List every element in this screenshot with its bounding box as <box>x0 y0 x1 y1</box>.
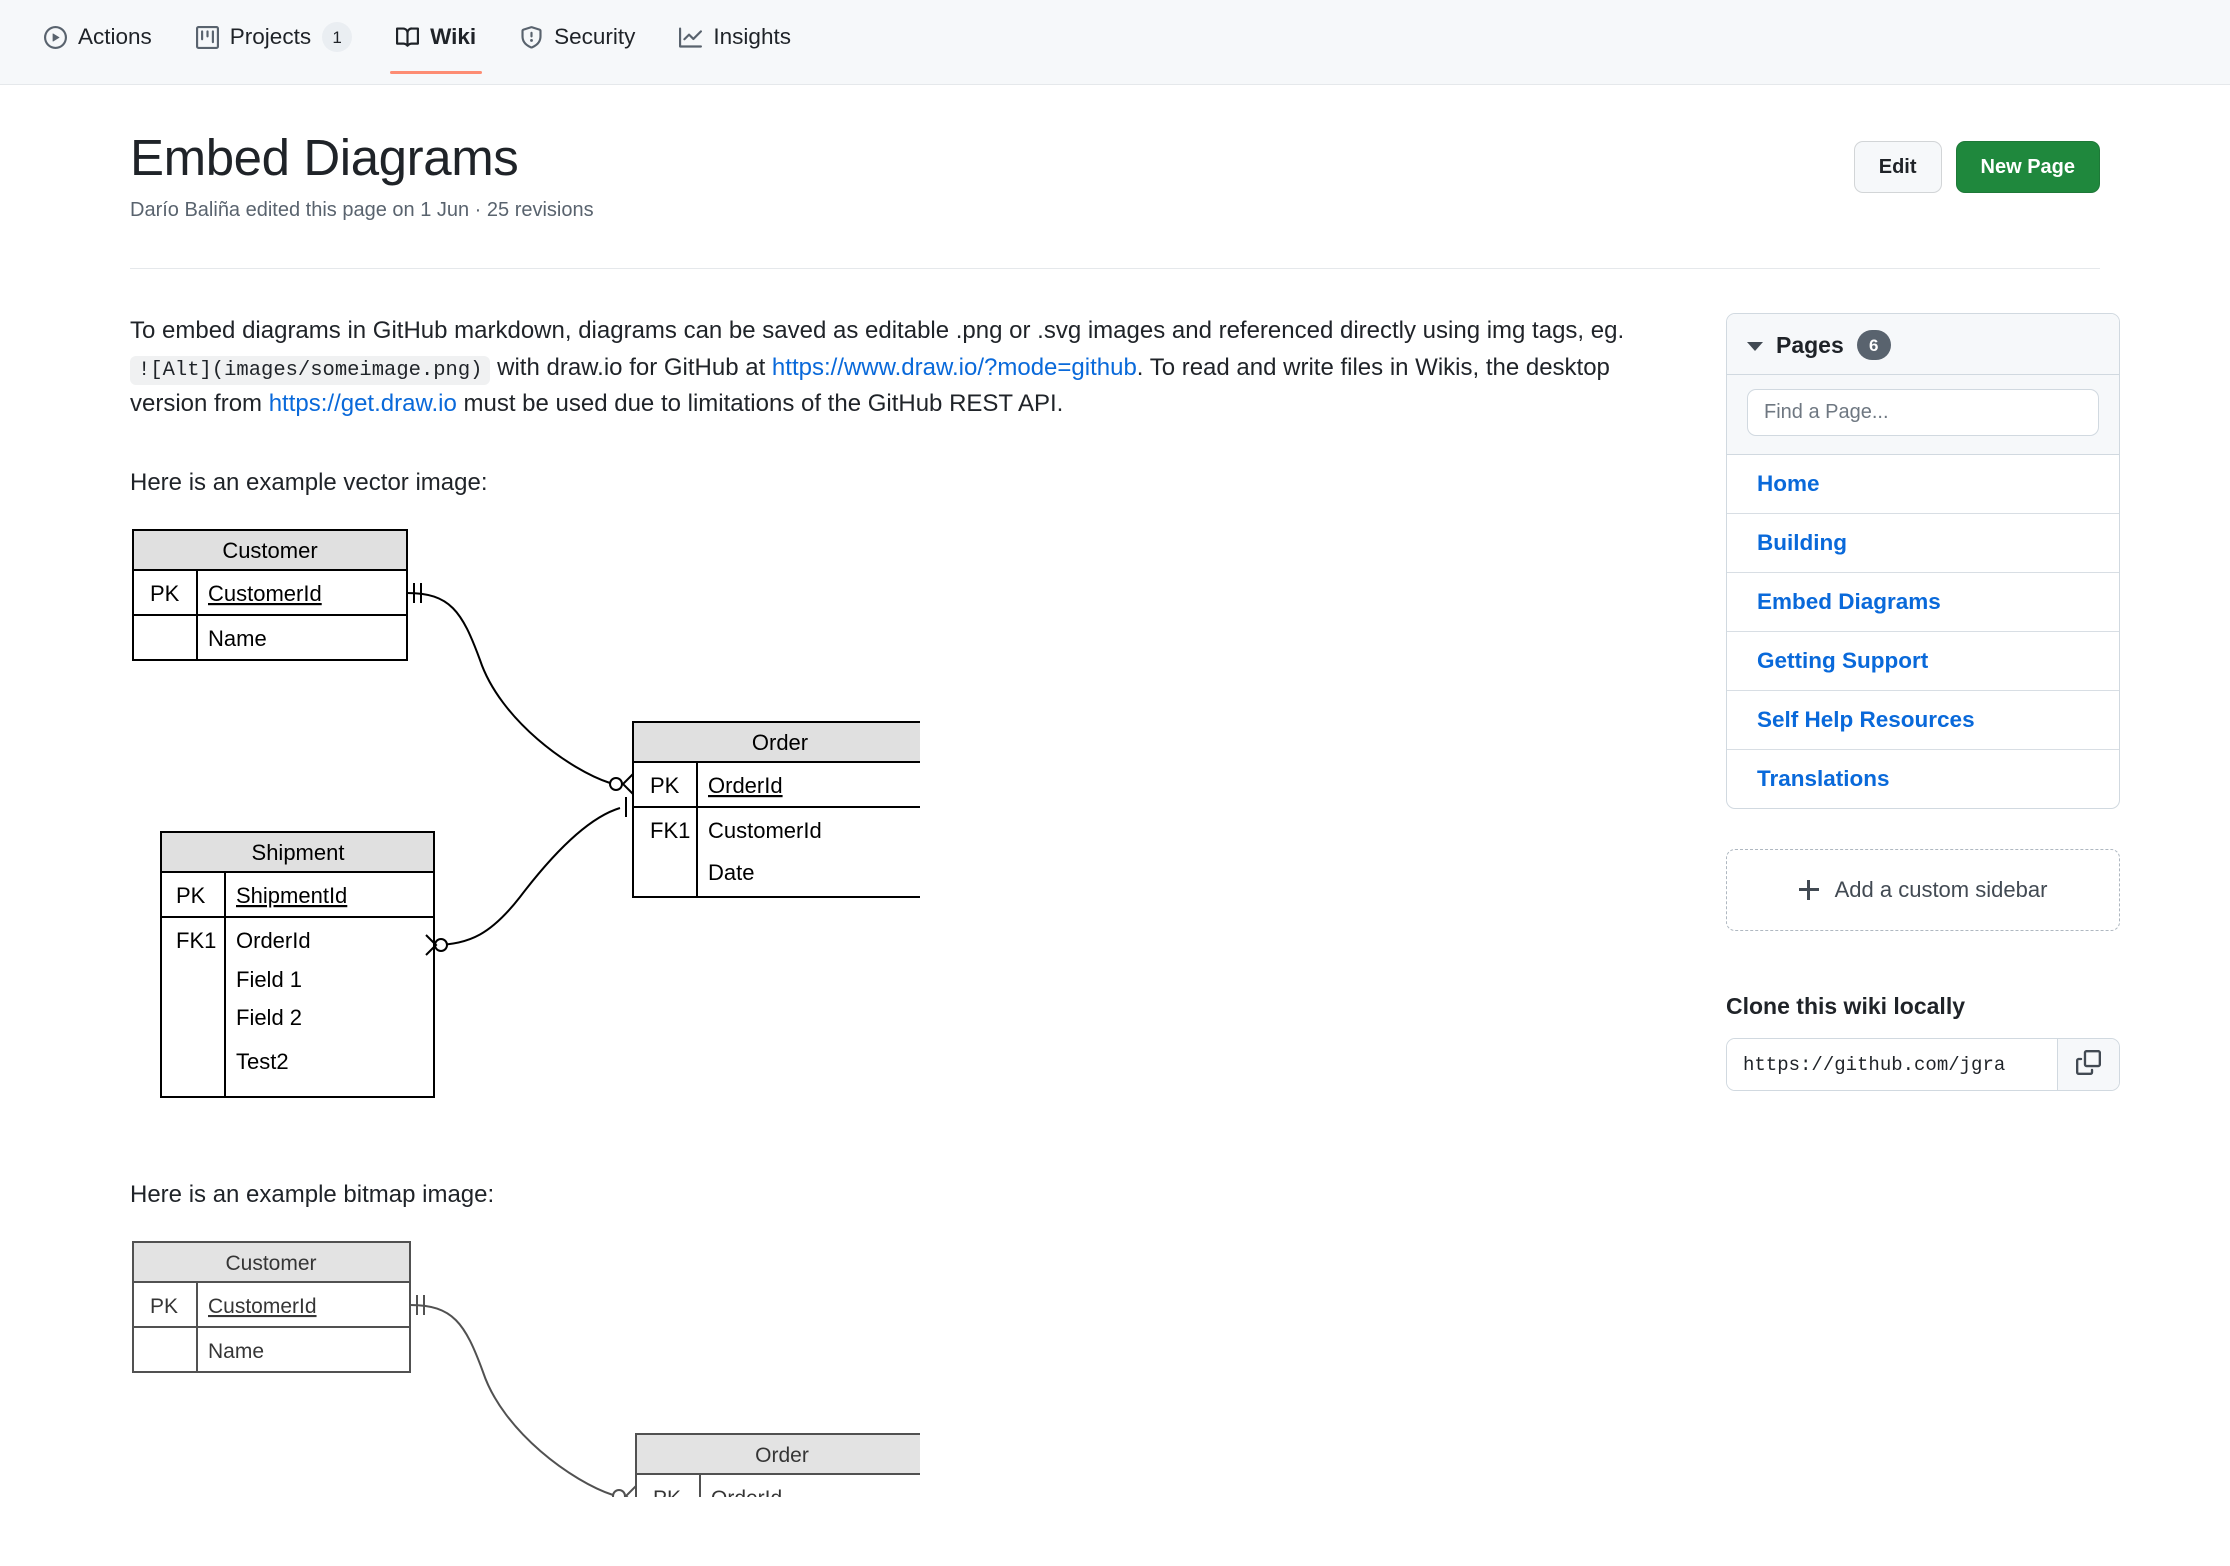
er-cell-field: CustomerId <box>208 581 322 606</box>
chevron-down-icon[interactable] <box>1747 342 1763 352</box>
er-cell-key: PK <box>176 883 206 908</box>
er-table-shipment: Shipment PK ShipmentId FK1 OrderId Field… <box>160 830 435 1098</box>
wiki-page: Embed Diagrams Darío Baliña edited this … <box>0 85 2230 1497</box>
shield-alert-icon <box>520 25 543 49</box>
clone-url-input[interactable] <box>1727 1039 2057 1091</box>
pages-box: Pages 6 Home Building Embed Diagrams Get… <box>1726 313 2120 810</box>
er-cell-key: FK1 <box>176 928 216 953</box>
er-cell-field: OrderId <box>711 1487 782 1497</box>
er-diagram-svg: Customer PK CustomerId Name Order PK Ord… <box>132 528 920 1098</box>
play-circle-icon <box>44 25 67 49</box>
nav-tab-label: Projects <box>229 24 312 49</box>
er-table-title: Order <box>755 1444 809 1467</box>
repo-nav: Actions Projects 1 Wiki Security Insight… <box>0 0 2230 85</box>
new-page-button[interactable]: New Page <box>1955 141 2100 193</box>
intro-paragraph: To embed diagrams in GitHub markdown, di… <box>130 313 1650 422</box>
clone-url-row <box>1726 1038 2120 1092</box>
nav-tab-label: Security <box>554 24 636 49</box>
er-cell-key: PK <box>150 1295 178 1318</box>
drawio-github-link[interactable]: https://www.draw.io/?mode=github <box>772 354 1137 381</box>
er-table-order: Order PK OrderId FK1 CustomerId Date <box>632 720 920 898</box>
content-columns: To embed diagrams in GitHub markdown, di… <box>130 269 2120 1497</box>
er-table-title: Customer <box>222 538 317 563</box>
nav-tab-insights[interactable]: Insights <box>657 0 813 74</box>
get-drawio-link[interactable]: https://get.draw.io <box>269 390 457 417</box>
sidebar-page-building[interactable]: Building <box>1727 514 2119 574</box>
er-table-title: Shipment <box>252 840 345 865</box>
book-icon <box>396 26 420 49</box>
sidebar-page-translations[interactable]: Translations <box>1727 750 2119 808</box>
er-cell-field: ShipmentId <box>236 883 347 908</box>
er-cell-field: OrderId <box>236 928 311 953</box>
wiki-sidebar: Pages 6 Home Building Embed Diagrams Get… <box>1726 313 2120 1496</box>
nav-tab-actions[interactable]: Actions <box>22 0 174 74</box>
copy-clone-url-button[interactable] <box>2057 1039 2119 1091</box>
find-page-input[interactable] <box>1747 389 2099 437</box>
pages-title: Pages <box>1776 331 1844 358</box>
er-cell-field: OrderId <box>708 773 783 798</box>
project-board-icon <box>195 25 219 49</box>
er-cell-field: Field 1 <box>236 967 302 992</box>
nav-tab-label: Wiki <box>430 24 477 49</box>
er-cell-field: Date <box>708 860 754 885</box>
er-table-customer: Customer PK CustomerId Name <box>132 1240 411 1373</box>
er-cell-field: Name <box>208 1340 264 1363</box>
title-row: Embed Diagrams Darío Baliña edited this … <box>130 85 2100 222</box>
clipboard-icon <box>2076 1049 2101 1080</box>
er-table-order: Order PK OrderId <box>635 1432 920 1497</box>
sidebar-page-embed-diagrams[interactable]: Embed Diagrams <box>1727 573 2119 633</box>
nav-tab-wiki[interactable]: Wiki <box>374 0 498 74</box>
clone-wiki-heading: Clone this wiki locally <box>1726 993 1966 1020</box>
er-cell-field: Test2 <box>236 1049 289 1074</box>
er-table-title: Order <box>752 730 808 755</box>
er-relation-customer-order <box>406 582 634 795</box>
graph-icon <box>679 26 703 49</box>
vector-image-caption: Here is an example vector image: <box>130 468 488 496</box>
page-actions: Edit New Page <box>1853 129 2100 193</box>
er-cell-field: Field 2 <box>236 1005 302 1030</box>
er-diagram-bitmap-svg: Customer PK CustomerId Name Order PK <box>132 1240 920 1497</box>
sidebar-page-getting-support[interactable]: Getting Support <box>1727 632 2119 692</box>
edit-button[interactable]: Edit <box>1853 141 1942 193</box>
page-meta: Darío Baliña edited this page on 1 Jun ·… <box>130 199 594 222</box>
bitmap-image-caption: Here is an example bitmap image: <box>130 1180 495 1208</box>
find-page-wrap <box>1727 375 2119 456</box>
er-relation-shipment-order <box>425 796 634 956</box>
wiki-body: To embed diagrams in GitHub markdown, di… <box>130 313 1650 1497</box>
nav-tab-label: Actions <box>78 24 152 49</box>
er-cell-field: CustomerId <box>208 1295 317 1318</box>
intro-seg-4: must be used due to limitations of the G… <box>456 390 1064 418</box>
pages-box-header[interactable]: Pages 6 <box>1727 314 2119 376</box>
nav-tab-label: Insights <box>713 24 791 49</box>
add-custom-sidebar-button[interactable]: Add a custom sidebar <box>1726 849 2120 932</box>
er-cell-field: Name <box>208 626 267 651</box>
er-relation-customer-order <box>409 1294 637 1497</box>
pages-count-badge: 6 <box>1856 330 1891 361</box>
add-custom-sidebar-label: Add a custom sidebar <box>1834 877 2048 903</box>
er-table-customer: Customer PK CustomerId Name <box>132 528 408 661</box>
inline-code-img-tag: ![Alt](images/someimage.png) <box>130 355 491 385</box>
er-cell-field: CustomerId <box>708 818 822 843</box>
sidebar-page-home[interactable]: Home <box>1727 455 2119 515</box>
er-cell-key: PK <box>653 1487 681 1497</box>
er-diagram-vector: Customer PK CustomerId Name Order PK Ord… <box>130 525 1650 1135</box>
projects-count-badge: 1 <box>322 22 353 52</box>
nav-tab-projects[interactable]: Projects 1 <box>174 0 374 74</box>
er-cell-key: PK <box>150 581 180 606</box>
er-cell-key: FK1 <box>650 818 690 843</box>
sidebar-page-self-help-resources[interactable]: Self Help Resources <box>1727 691 2119 751</box>
nav-tab-security[interactable]: Security <box>498 0 657 74</box>
plus-icon <box>1798 880 1819 901</box>
intro-seg-2: with draw.io for GitHub at <box>490 353 772 381</box>
title-block: Embed Diagrams Darío Baliña edited this … <box>130 129 594 222</box>
page-title: Embed Diagrams <box>130 129 519 186</box>
intro-seg-1: To embed diagrams in GitHub markdown, di… <box>130 317 1625 345</box>
er-table-title: Customer <box>225 1252 316 1275</box>
er-cell-key: PK <box>650 773 680 798</box>
er-diagram-bitmap: Customer PK CustomerId Name Order PK <box>130 1237 1650 1497</box>
